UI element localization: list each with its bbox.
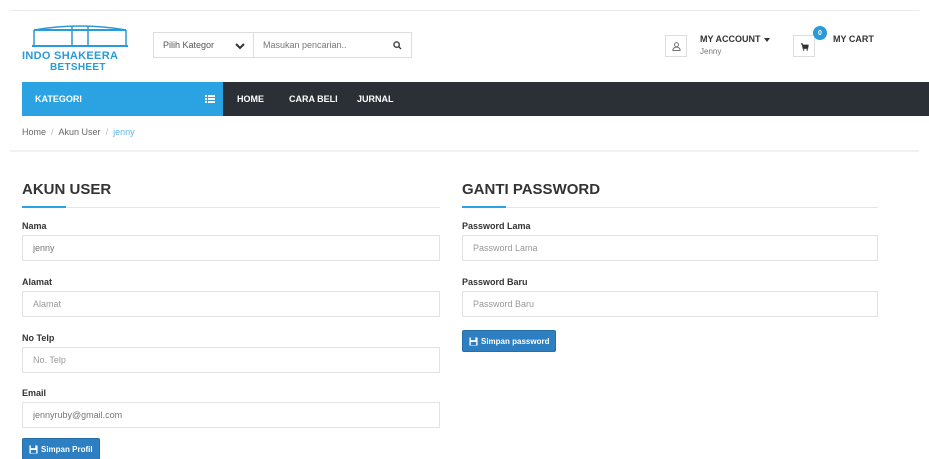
alamat-input[interactable] — [22, 291, 440, 317]
password-lama-label: Password Lama — [462, 221, 531, 231]
breadcrumb: Home / Akun User / jenny — [22, 127, 135, 137]
alamat-label: Alamat — [22, 277, 53, 287]
cart-count-badge: 0 — [813, 26, 827, 40]
my-account-label: MY ACCOUNT — [700, 34, 761, 44]
ganti-password-title: GANTI PASSWORD — [462, 181, 601, 198]
bridge-logo-icon — [32, 25, 128, 47]
breadcrumb-current: jenny — [113, 127, 135, 137]
ganti-password-rule — [462, 207, 878, 208]
chevron-down-icon — [235, 43, 245, 50]
my-cart-link[interactable]: MY CART — [833, 34, 874, 44]
breadcrumb-akun-user[interactable]: Akun User — [59, 127, 101, 137]
nama-input[interactable] — [22, 235, 440, 261]
kategori-label: KATEGORI — [35, 94, 82, 104]
site-logo[interactable]: INDO SHAKEERA BETSHEET — [22, 24, 142, 74]
category-select-value: Pilih Kategor — [163, 40, 215, 50]
logo-text-line1: INDO SHAKEERA — [22, 50, 119, 62]
password-baru-label: Password Baru — [462, 277, 528, 287]
search-input[interactable] — [254, 33, 383, 57]
password-lama-input[interactable] — [462, 235, 878, 261]
account-username: Jenny — [700, 47, 722, 56]
no-telp-label: No Telp — [22, 333, 55, 343]
simpan-profil-button[interactable]: Simpan Profil — [22, 438, 100, 459]
simpan-profil-label: Simpan Profil — [41, 444, 93, 454]
email-input[interactable] — [22, 402, 440, 428]
nav-home[interactable]: HOME — [237, 82, 264, 116]
nav-cara-beli[interactable]: CARA BELI — [289, 82, 338, 116]
breadcrumb-separator: / — [51, 127, 54, 137]
main-navbar: KATEGORI HOME CARA BELI JURNAL — [22, 82, 929, 116]
nav-jurnal[interactable]: JURNAL — [357, 82, 394, 116]
category-select[interactable]: Pilih Kategor — [154, 33, 254, 57]
kategori-menu[interactable]: KATEGORI — [22, 82, 223, 116]
ganti-password-accent — [462, 206, 506, 208]
simpan-password-label: Simpan password — [481, 336, 550, 346]
cart-button[interactable] — [793, 35, 815, 57]
email-label: Email — [22, 388, 47, 398]
logo-text-line2: BETSHEET — [50, 62, 106, 73]
menu-icon — [205, 95, 215, 103]
simpan-password-button[interactable]: Simpan password — [462, 330, 557, 352]
save-icon — [29, 444, 38, 454]
search-icon — [392, 40, 402, 50]
akun-user-rule — [22, 207, 440, 208]
breadcrumb-home[interactable]: Home — [22, 127, 46, 137]
search-button[interactable] — [383, 33, 411, 57]
password-baru-input[interactable] — [462, 291, 878, 317]
user-icon — [671, 41, 681, 51]
search-bar: Pilih Kategor — [153, 32, 412, 58]
breadcrumb-divider — [10, 150, 919, 152]
no-telp-input[interactable] — [22, 347, 440, 373]
caret-down-icon — [763, 37, 770, 42]
account-button[interactable] — [665, 35, 687, 57]
cart-icon — [800, 42, 809, 51]
top-divider — [10, 10, 919, 11]
akun-user-accent — [22, 206, 66, 208]
breadcrumb-separator: / — [105, 127, 109, 137]
akun-user-title: AKUN USER — [22, 181, 112, 198]
my-account-menu[interactable]: MY ACCOUNT — [700, 34, 770, 44]
save-icon — [469, 336, 478, 346]
nama-label: Nama — [22, 221, 47, 231]
